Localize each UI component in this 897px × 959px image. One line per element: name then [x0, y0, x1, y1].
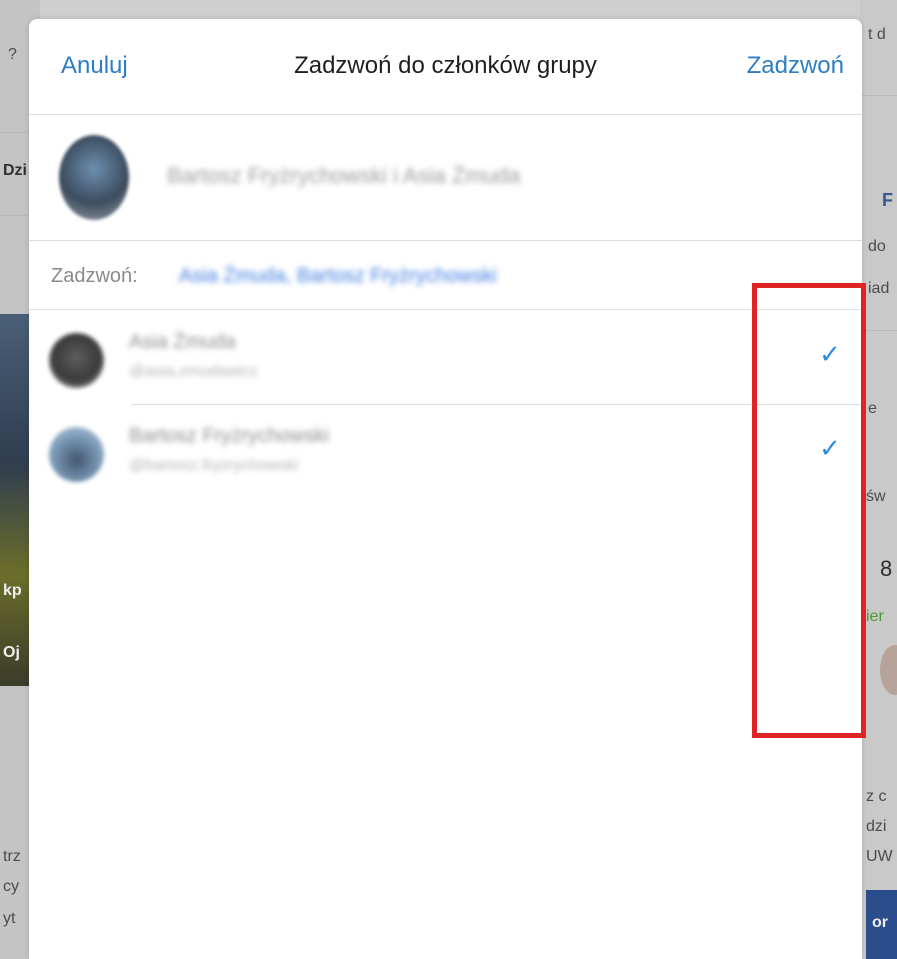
member-row[interactable]: Asia Żmuda @asia.zmudawicz ✓: [29, 311, 862, 405]
member-name: Asia Żmuda: [129, 331, 236, 353]
checkmark-icon[interactable]: ✓: [815, 433, 845, 463]
background-divider: [860, 95, 897, 96]
background-text: trz: [3, 848, 21, 865]
background-text: dzi: [866, 818, 887, 835]
group-name: Bartosz Fryżrychowski i Asia Żmuda: [167, 163, 521, 188]
member-row[interactable]: Bartosz Fryżrychowski @bartosz.fryzrycho…: [29, 405, 862, 497]
background-text: cy: [3, 878, 19, 895]
member-subtitle: @bartosz.fryzrychowski: [129, 457, 299, 474]
checkmark-icon[interactable]: ✓: [815, 339, 845, 369]
background-text: UW: [866, 848, 893, 865]
background-text: kp: [3, 582, 22, 599]
background-text: ?: [8, 46, 17, 63]
background-text: 8: [880, 556, 893, 581]
dialog-header: Anuluj Zadzwoń do członków grupy Zadzwoń: [29, 19, 862, 115]
recipients-label: Zadzwoń:: [51, 265, 138, 287]
background-text: t d: [868, 26, 886, 43]
background-text: yt: [3, 910, 16, 927]
avatar: [49, 333, 104, 388]
background-text: z c: [866, 788, 887, 805]
recipients-value: Asia Żmuda, Bartosz Fryżrychowski: [179, 265, 497, 287]
background-text: do: [868, 238, 886, 255]
background-button: or: [866, 890, 897, 959]
background-text: iad: [868, 280, 890, 297]
background-text: Oj: [3, 644, 20, 661]
background-divider: [860, 330, 897, 331]
background-text: św: [866, 488, 886, 505]
group-call-dialog: Anuluj Zadzwoń do członków grupy Zadzwoń…: [29, 19, 862, 959]
background-text: e: [868, 400, 877, 417]
background-text: ier: [866, 608, 884, 625]
dialog-title: Zadzwoń do członków grupy: [294, 52, 597, 79]
background-right-column: [860, 0, 897, 959]
group-info-row: Bartosz Fryżrychowski i Asia Żmuda: [29, 115, 862, 241]
call-button[interactable]: Zadzwoń: [747, 52, 844, 80]
background-text: F: [882, 190, 893, 210]
background-text: Dzi: [3, 162, 27, 179]
avatar: [49, 427, 104, 482]
member-name: Bartosz Fryżrychowski: [129, 425, 330, 447]
group-avatar: [59, 135, 129, 220]
recipients-row: Zadzwoń: Asia Żmuda, Bartosz Fryżrychows…: [29, 241, 862, 310]
member-subtitle: @asia.zmudawicz: [129, 363, 259, 380]
background-text: or: [872, 914, 888, 931]
